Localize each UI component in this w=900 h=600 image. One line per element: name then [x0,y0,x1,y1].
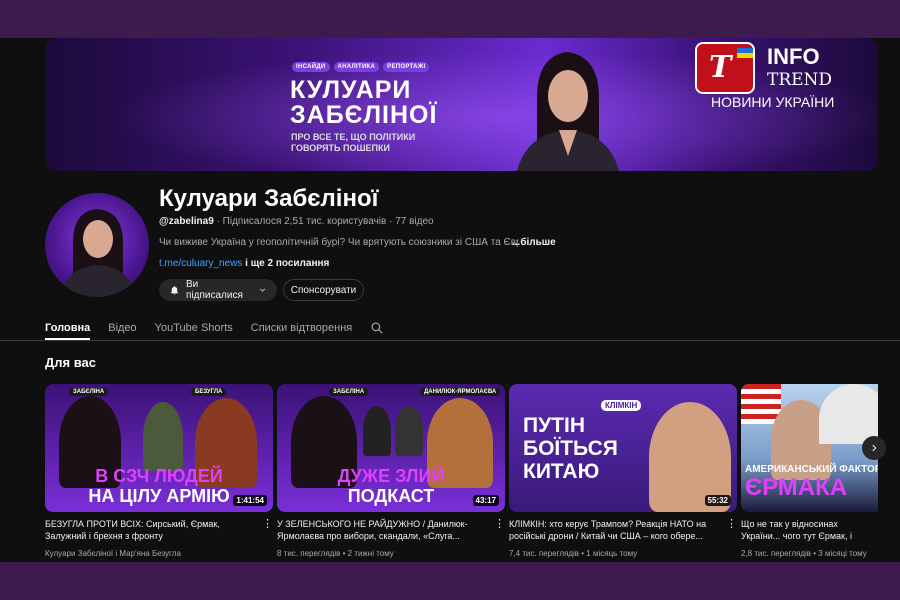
video-thumbnail[interactable]: ЗАБЄЛІНА БЕЗУГЛА В СЗЧ ЛЮДЕЙ НА ЦІЛУ АРМ… [45,384,273,512]
video-duration: 43:17 [472,495,499,506]
tab-home[interactable]: Головна [45,322,91,340]
tabs-divider [0,340,900,341]
chevron-right-icon [872,444,877,452]
video-card[interactable]: АМЕРИКАНСЬКИЙ ФАКТОР ЄРМАКА Що не так у … [741,384,878,562]
thumb-headline-line2: БОЇТЬСЯ [523,437,618,460]
banner-tag: АНАЛІТИКА [333,62,380,72]
video-title[interactable]: КЛІМКІН: хто керує Трампом? Реакція НАТО… [509,518,723,542]
carousel-next-button[interactable] [862,436,886,460]
video-card[interactable]: ЗАБЄЛІНА ДАНИЛЮК-ЯРМОЛАЄВА ДУЖЕ ЗЛИЙ ПОД… [277,384,505,562]
banner-title-line2: ЗАБЄЛІНОЇ [290,101,438,129]
channel-banner: ІНСАЙДИ АНАЛІТИКА РЕПОРТАЖІ КУЛУАРИ ЗАБЄ… [45,38,878,171]
thumb-headline: ДУЖЕ ЗЛИЙ ПОДКАСТ [277,466,505,506]
thumb-headline-line2: ЄРМАКА [745,474,848,501]
tab-videos[interactable]: Відео [108,322,136,334]
avatar-portrait [59,209,137,297]
thumb-headline-line1: ДУЖЕ ЗЛИЙ [337,466,445,486]
thumb-person [395,406,423,456]
thumb-label: ЗАБЄЛІНА [69,388,109,396]
thumb-label: ДАНИЛЮК-ЯРМОЛАЄВА [420,388,501,396]
video-meta: 7,4 тис. переглядів • 1 місяць тому [509,549,638,558]
frame-top [0,0,900,38]
video-duration: 1:41:54 [233,495,267,506]
search-icon[interactable] [370,321,384,335]
watermark-news: НОВИНИ УКРАЇНИ [711,94,835,110]
more-options-icon[interactable]: ⋮ [494,517,505,530]
infotrend-watermark: T INFO TREND НОВИНИ УКРАЇНИ [695,42,875,112]
channel-handle: @zabelina9 [159,216,214,227]
banner-tag: РЕПОРТАЖІ [383,62,430,72]
video-count: 77 відео [395,216,434,227]
banner-host-portrait [517,52,619,171]
capitol-dome-icon [819,384,878,444]
channel-name: Кулуари Забєліної [159,185,379,212]
video-meta: 2,8 тис. переглядів • 3 місяці тому [741,549,867,558]
tab-playlists[interactable]: Списки відтворення [251,322,352,334]
video-duration: 55:32 [704,495,731,506]
banner-subtitle: ПРО ВСЕ ТЕ, ЩО ПОЛІТИКИ ГОВОРЯТЬ ПОШЕПКИ [291,132,416,153]
channel-meta: @zabelina9 · Підписалося 2,51 тис. корис… [159,216,434,227]
infotrend-logo-mark: T [695,42,755,94]
video-thumbnail[interactable]: ЗАБЄЛІНА ДАНИЛЮК-ЯРМОЛАЄВА ДУЖЕ ЗЛИЙ ПОД… [277,384,505,512]
subscribed-button[interactable]: Ви підписалися [159,279,277,301]
video-card[interactable]: ЗАБЄЛІНА БЕЗУГЛА В СЗЧ ЛЮДЕЙ НА ЦІЛУ АРМ… [45,384,273,562]
frame-bottom [0,562,900,600]
thumb-headline-line1: ПУТІН [523,414,585,437]
thumb-headline: АМЕРИКАНСЬКИЙ ФАКТОР ЄРМАКА [745,464,878,501]
chevron-down-icon [259,288,265,292]
thumb-label: ЗАБЄЛІНА [329,388,369,396]
bell-icon [170,285,179,295]
video-card[interactable]: КЛІМКІН ПУТІН БОЇТЬСЯ КИТАЮ 55:32 КЛІМКІ… [509,384,737,562]
more-links[interactable]: і ще 2 посилання [245,258,329,269]
channel-description[interactable]: Чи виживе Україна у геополітичній бурі? … [159,237,519,248]
banner-tags: ІНСАЙДИ АНАЛІТИКА РЕПОРТАЖІ [292,62,430,72]
video-title[interactable]: Що не так у відносинах України... чого т… [741,518,878,542]
watermark-trend: TREND [767,70,833,90]
subscribed-label: Ви підписалися [185,279,243,301]
thumb-headline-line2: ПОДКАСТ [347,486,435,506]
channel-links: t.me/culuary_news і ще 2 посилання [159,258,329,269]
channel-avatar[interactable] [45,193,149,297]
thumb-headline-line3: КИТАЮ [523,460,600,483]
thumb-headline-line1: В СЗЧ ЛЮДЕЙ [95,466,223,486]
video-thumbnail[interactable]: АМЕРИКАНСЬКИЙ ФАКТОР ЄРМАКА [741,384,878,512]
youtube-channel-page: ІНСАЙДИ АНАЛІТИКА РЕПОРТАЖІ КУЛУАРИ ЗАБЄ… [0,38,900,562]
ukraine-flag-icon [737,48,753,58]
tab-shorts[interactable]: YouTube Shorts [155,322,233,334]
more-options-icon[interactable]: ⋮ [726,517,737,530]
sponsor-button[interactable]: Спонсорувати [283,279,364,301]
thumb-person [363,406,391,456]
thumb-label: БЕЗУГЛА [191,388,227,396]
section-title: Для вас [45,355,96,370]
channel-tabs: Головна Відео YouTube Shorts Списки відт… [45,316,384,340]
telegram-link[interactable]: t.me/culuary_news [159,258,242,269]
thumb-person [143,402,183,472]
more-options-icon[interactable]: ⋮ [262,517,273,530]
subscriber-count: Підписалося 2,51 тис. користувачів [222,216,387,227]
video-meta: Кулуари Забєліної і Мар'яна Безугла [45,549,181,558]
thumb-label: КЛІМКІН [601,400,642,411]
banner-title-line1: КУЛУАРИ [290,76,412,104]
banner-title: КУЛУАРИ ЗАБЄЛІНОЇ [290,78,437,128]
video-title[interactable]: БЕЗУГЛА ПРОТИ ВСІХ: Сирський, Єрмак, Зал… [45,518,259,542]
thumb-headline: ПУТІН БОЇТЬСЯ КИТАЮ [523,414,633,483]
video-meta: 8 тис. переглядів • 2 тижні тому [277,549,394,558]
banner-tag: ІНСАЙДИ [292,62,330,72]
video-thumbnail[interactable]: КЛІМКІН ПУТІН БОЇТЬСЯ КИТАЮ 55:32 [509,384,737,512]
video-title[interactable]: У ЗЕЛЕНСЬКОГО НЕ РАЙДУЖНО / Данилюк-Ярмо… [277,518,491,542]
description-more-link[interactable]: ...більше [512,237,556,248]
watermark-info: INFO [767,44,820,69]
